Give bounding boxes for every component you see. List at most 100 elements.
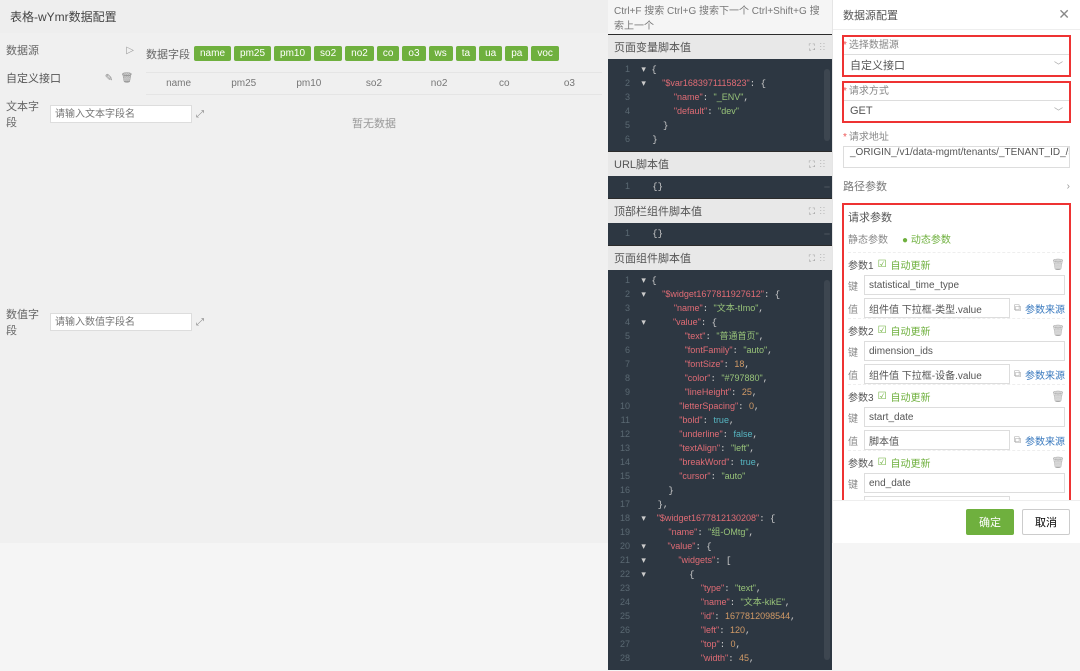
delete-icon[interactable]: 🗑 — [1051, 324, 1065, 337]
request-params-label: 请求参数 — [848, 209, 1065, 225]
datasource-field: *选择数据源 自定义接口 ﹀ — [843, 36, 1070, 76]
close-icon[interactable]: ✕ — [1058, 6, 1070, 23]
field-chip[interactable]: o3 — [402, 46, 425, 61]
param-value-input[interactable] — [864, 298, 1010, 318]
scrollbar[interactable] — [824, 233, 830, 235]
field-chip[interactable]: no2 — [345, 46, 374, 61]
param-value-input[interactable] — [864, 364, 1010, 384]
code-editor[interactable]: 1 ▾ { 2 ▾ "$var1683971115823": { 3 "name… — [608, 59, 832, 151]
script-preview-panel: Ctrl+F 搜索 Ctrl+G 搜索下一个 Ctrl+Shift+G 搜索上一… — [608, 0, 832, 543]
datasource-section[interactable]: 数据源 ▷ — [6, 39, 134, 61]
right-panel-title: 数据源配置 — [843, 7, 898, 23]
custom-api-item[interactable]: 自定义接口 ✎ 🗑 — [6, 67, 134, 89]
table-data-config-panel: 表格-wYmr数据配置 数据源 ▷ 自定义接口 ✎ 🗑 文本字段 ⤢ 数值字段 — [0, 0, 608, 543]
datasource-select[interactable]: 自定义接口 ﹀ — [843, 54, 1070, 76]
fullscreen-icon[interactable]: ⛶ ⋮⋮ — [809, 253, 826, 264]
param-source-link[interactable]: 参数来源 — [1025, 301, 1065, 316]
datasource-config-panel: 数据源配置 ✕ *选择数据源 自定义接口 ﹀ *请求方式 GET ﹀ *请求地址… — [832, 0, 1080, 543]
delete-icon[interactable]: 🗑 — [120, 71, 134, 85]
field-chip[interactable]: so2 — [314, 46, 342, 61]
field-chip[interactable]: ua — [479, 46, 502, 61]
script-title: 顶部栏组件脚本值 — [614, 203, 702, 219]
delete-icon[interactable]: 🗑 — [1051, 258, 1065, 271]
param-item: 参数3☑自动更新🗑键值⧉参数来源 — [848, 384, 1065, 450]
num-field-label: 数值字段 — [6, 306, 46, 338]
script-title: URL脚本值 — [614, 156, 669, 172]
param-value-input[interactable] — [864, 430, 1010, 450]
path-params-toggle[interactable]: 路径参数 › — [843, 174, 1070, 198]
auto-refresh-label: 自动更新 — [891, 389, 931, 404]
panel-title: 表格-wYmr数据配置 — [0, 0, 608, 33]
tab-dynamic-params[interactable]: ● 动态参数 — [900, 231, 951, 246]
param-item: 参数4☑自动更新🗑键值⧉参数来源 — [848, 450, 1065, 500]
chevron-down-icon: ﹀ — [1054, 105, 1063, 118]
method-field: *请求方式 GET ﹀ — [843, 82, 1070, 122]
param-name: 参数2 — [848, 323, 874, 338]
param-key-input[interactable] — [864, 341, 1065, 361]
field-chip[interactable]: pm10 — [274, 46, 311, 61]
fullscreen-icon[interactable]: ⛶ ⋮⋮ — [809, 206, 826, 217]
code-editor[interactable]: 1 {} — [608, 223, 832, 245]
code-editor[interactable]: 1 {} — [608, 176, 832, 198]
column-header: so2 — [341, 78, 406, 89]
left-main: 数据字段 namepm25pm10so2no2coo3wstauapavoc n… — [140, 33, 608, 543]
chevron-right-icon: ▷ — [126, 45, 134, 56]
script-block: URL脚本值 ⛶ ⋮⋮ 1 {} — [608, 152, 832, 198]
field-chip[interactable]: voc — [531, 46, 559, 61]
auto-refresh-label: 自动更新 — [891, 257, 931, 272]
field-chip[interactable]: ta — [456, 46, 476, 61]
link-icon[interactable]: ⧉ — [1014, 303, 1021, 314]
scrollbar[interactable] — [824, 280, 830, 660]
fullscreen-icon[interactable]: ⛶ ⋮⋮ — [809, 42, 826, 53]
tab-static-params[interactable]: 静态参数 — [848, 231, 888, 246]
column-header: name — [146, 78, 211, 89]
edit-icon[interactable]: ✎ — [102, 71, 116, 85]
link-icon[interactable]: ⧉ — [1014, 369, 1021, 380]
param-name: 参数4 — [848, 455, 874, 470]
scrollbar[interactable] — [824, 186, 830, 188]
param-item: 参数1☑自动更新🗑键值⧉参数来源 — [848, 252, 1065, 318]
left-sidebar: 数据源 ▷ 自定义接口 ✎ 🗑 文本字段 ⤢ 数值字段 ⤢ — [0, 33, 140, 543]
field-chips: namepm25pm10so2no2coo3 wstauapavoc — [194, 42, 559, 65]
url-input[interactable]: _ORIGIN_/v1/data-mgmt/tenants/_TENANT_ID… — [843, 146, 1070, 168]
chevron-down-icon: ﹀ — [1054, 59, 1063, 72]
param-item: 参数2☑自动更新🗑键值⧉参数来源 — [848, 318, 1065, 384]
column-header: o3 — [537, 78, 602, 89]
check-icon[interactable]: ☑ — [878, 457, 887, 468]
chevron-right-icon: › — [1067, 181, 1070, 192]
field-chip[interactable]: ws — [429, 46, 453, 61]
cancel-button[interactable]: 取消 — [1022, 509, 1070, 535]
table-header: namepm25pm10so2no2coo3 — [146, 72, 602, 95]
param-name: 参数3 — [848, 389, 874, 404]
script-block: 页面组件脚本值⛶ ⋮⋮1 ▾ { 2 ▾ "$widget16778119276… — [608, 246, 832, 670]
column-header: pm10 — [276, 78, 341, 89]
check-icon[interactable]: ☑ — [878, 259, 887, 270]
field-chip[interactable]: co — [377, 46, 400, 61]
delete-icon[interactable]: 🗑 — [1051, 456, 1065, 469]
field-chip[interactable]: pm25 — [234, 46, 271, 61]
scrollbar[interactable] — [824, 69, 830, 141]
param-key-input[interactable] — [864, 473, 1065, 493]
script-block: 顶部栏组件脚本值 ⛶ ⋮⋮ 1 {} — [608, 199, 832, 245]
check-icon[interactable]: ☑ — [878, 325, 887, 336]
column-header: co — [472, 78, 537, 89]
code-editor[interactable]: 1 ▾ { 2 ▾ "$widget1677811927612": { 3 "n… — [608, 270, 832, 670]
method-select[interactable]: GET ﹀ — [843, 100, 1070, 122]
delete-icon[interactable]: 🗑 — [1051, 390, 1065, 403]
fullscreen-icon[interactable]: ⛶ ⋮⋮ — [809, 159, 826, 170]
auto-refresh-label: 自动更新 — [891, 323, 931, 338]
param-key-input[interactable] — [864, 275, 1065, 295]
param-key-input[interactable] — [864, 407, 1065, 427]
column-header: pm25 — [211, 78, 276, 89]
link-icon[interactable]: ⧉ — [1014, 435, 1021, 446]
confirm-button[interactable]: 确定 — [966, 509, 1014, 535]
field-chip[interactable]: pa — [505, 46, 528, 61]
check-icon[interactable]: ☑ — [878, 391, 887, 402]
script-title: 页面变量脚本值 — [614, 39, 691, 55]
param-source-link[interactable]: 参数来源 — [1025, 367, 1065, 382]
field-chip[interactable]: name — [194, 46, 231, 61]
param-name: 参数1 — [848, 257, 874, 272]
param-source-link[interactable]: 参数来源 — [1025, 433, 1065, 448]
data-field-label: 数据字段 — [146, 46, 190, 62]
text-field-label: 文本字段 — [6, 98, 46, 130]
